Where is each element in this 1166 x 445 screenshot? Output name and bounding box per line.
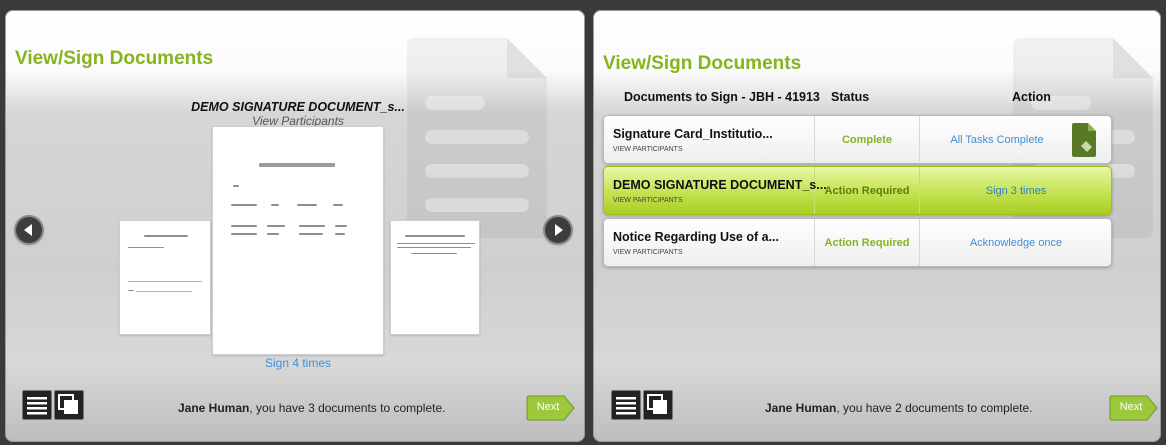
arrow-left-icon bbox=[24, 224, 32, 236]
user-name: Jane Human bbox=[765, 401, 837, 415]
next-button[interactable]: Next bbox=[1109, 395, 1159, 421]
row-action-link[interactable]: All Tasks Complete bbox=[920, 134, 1074, 146]
next-button[interactable]: Next bbox=[526, 395, 576, 421]
carousel-document-title: DEMO SIGNATURE DOCUMENT_s... bbox=[191, 100, 405, 114]
next-button-label: Next bbox=[1119, 401, 1143, 413]
document-row[interactable]: Signature Card_Institutio... VIEW PARTIC… bbox=[603, 115, 1112, 164]
carousel-view-button[interactable] bbox=[54, 390, 84, 420]
document-row[interactable]: Notice Regarding Use of a... VIEW PARTIC… bbox=[603, 218, 1112, 267]
status-badge: Action Required bbox=[824, 185, 910, 197]
app-screen: View/Sign Documents DEMO SIGNATURE DOCUM… bbox=[0, 0, 1166, 445]
next-document-thumbnail[interactable] bbox=[390, 220, 480, 335]
list-view-panel: View/Sign Documents Documents to Sign - … bbox=[593, 10, 1161, 442]
list-view-button[interactable] bbox=[611, 390, 641, 420]
status-badge: Complete bbox=[841, 134, 893, 146]
page-title: View/Sign Documents bbox=[603, 53, 802, 74]
carousel-view-icon bbox=[647, 394, 667, 414]
action-column-header: Action bbox=[1012, 90, 1051, 104]
remaining-text: , you have 3 documents to complete. bbox=[249, 401, 446, 415]
documents-remaining-message: Jane Human, you have 3 documents to comp… bbox=[178, 401, 445, 415]
carousel-view-panel: View/Sign Documents DEMO SIGNATURE DOCUM… bbox=[5, 10, 585, 442]
carousel-view-button[interactable] bbox=[643, 390, 673, 420]
view-participants-link[interactable]: VIEW PARTICIPANTS bbox=[613, 249, 683, 256]
document-name: DEMO SIGNATURE DOCUMENT_s... bbox=[613, 178, 827, 192]
previous-document-thumbnail[interactable] bbox=[119, 220, 211, 335]
list-view-icon bbox=[27, 397, 47, 415]
document-row-selected[interactable]: DEMO SIGNATURE DOCUMENT_s... VIEW PARTIC… bbox=[603, 166, 1112, 215]
next-document-button[interactable] bbox=[545, 217, 571, 243]
view-mode-toggle bbox=[611, 390, 673, 420]
next-button-label: Next bbox=[536, 401, 560, 413]
current-document-preview[interactable] bbox=[212, 126, 384, 355]
status-column-header: Status bbox=[831, 90, 870, 104]
status-badge: Action Required bbox=[824, 237, 910, 249]
document-watermark-icon bbox=[407, 38, 547, 238]
documents-remaining-message: Jane Human, you have 2 documents to comp… bbox=[765, 401, 1032, 415]
document-name: Signature Card_Institutio... bbox=[613, 127, 773, 141]
view-mode-toggle bbox=[22, 390, 84, 420]
remaining-text: , you have 2 documents to complete. bbox=[836, 401, 1033, 415]
signed-document-icon bbox=[1072, 123, 1096, 157]
arrow-right-icon bbox=[555, 224, 563, 236]
previous-document-button[interactable] bbox=[16, 217, 42, 243]
row-action-link[interactable]: Acknowledge once bbox=[920, 237, 1111, 249]
row-action-link[interactable]: Sign 3 times bbox=[920, 185, 1111, 197]
document-name: Notice Regarding Use of a... bbox=[613, 230, 780, 244]
view-participants-link[interactable]: VIEW PARTICIPANTS bbox=[613, 197, 683, 204]
documents-column-header: Documents to Sign - JBH - 41913 bbox=[624, 90, 820, 104]
sign-count-label: Sign 4 times bbox=[264, 356, 332, 370]
page-title: View/Sign Documents bbox=[15, 48, 214, 69]
user-name: Jane Human bbox=[178, 401, 250, 415]
list-view-icon bbox=[616, 397, 636, 415]
view-participants-link[interactable]: VIEW PARTICIPANTS bbox=[613, 146, 683, 153]
list-view-button[interactable] bbox=[22, 390, 52, 420]
carousel-view-icon bbox=[58, 394, 78, 414]
